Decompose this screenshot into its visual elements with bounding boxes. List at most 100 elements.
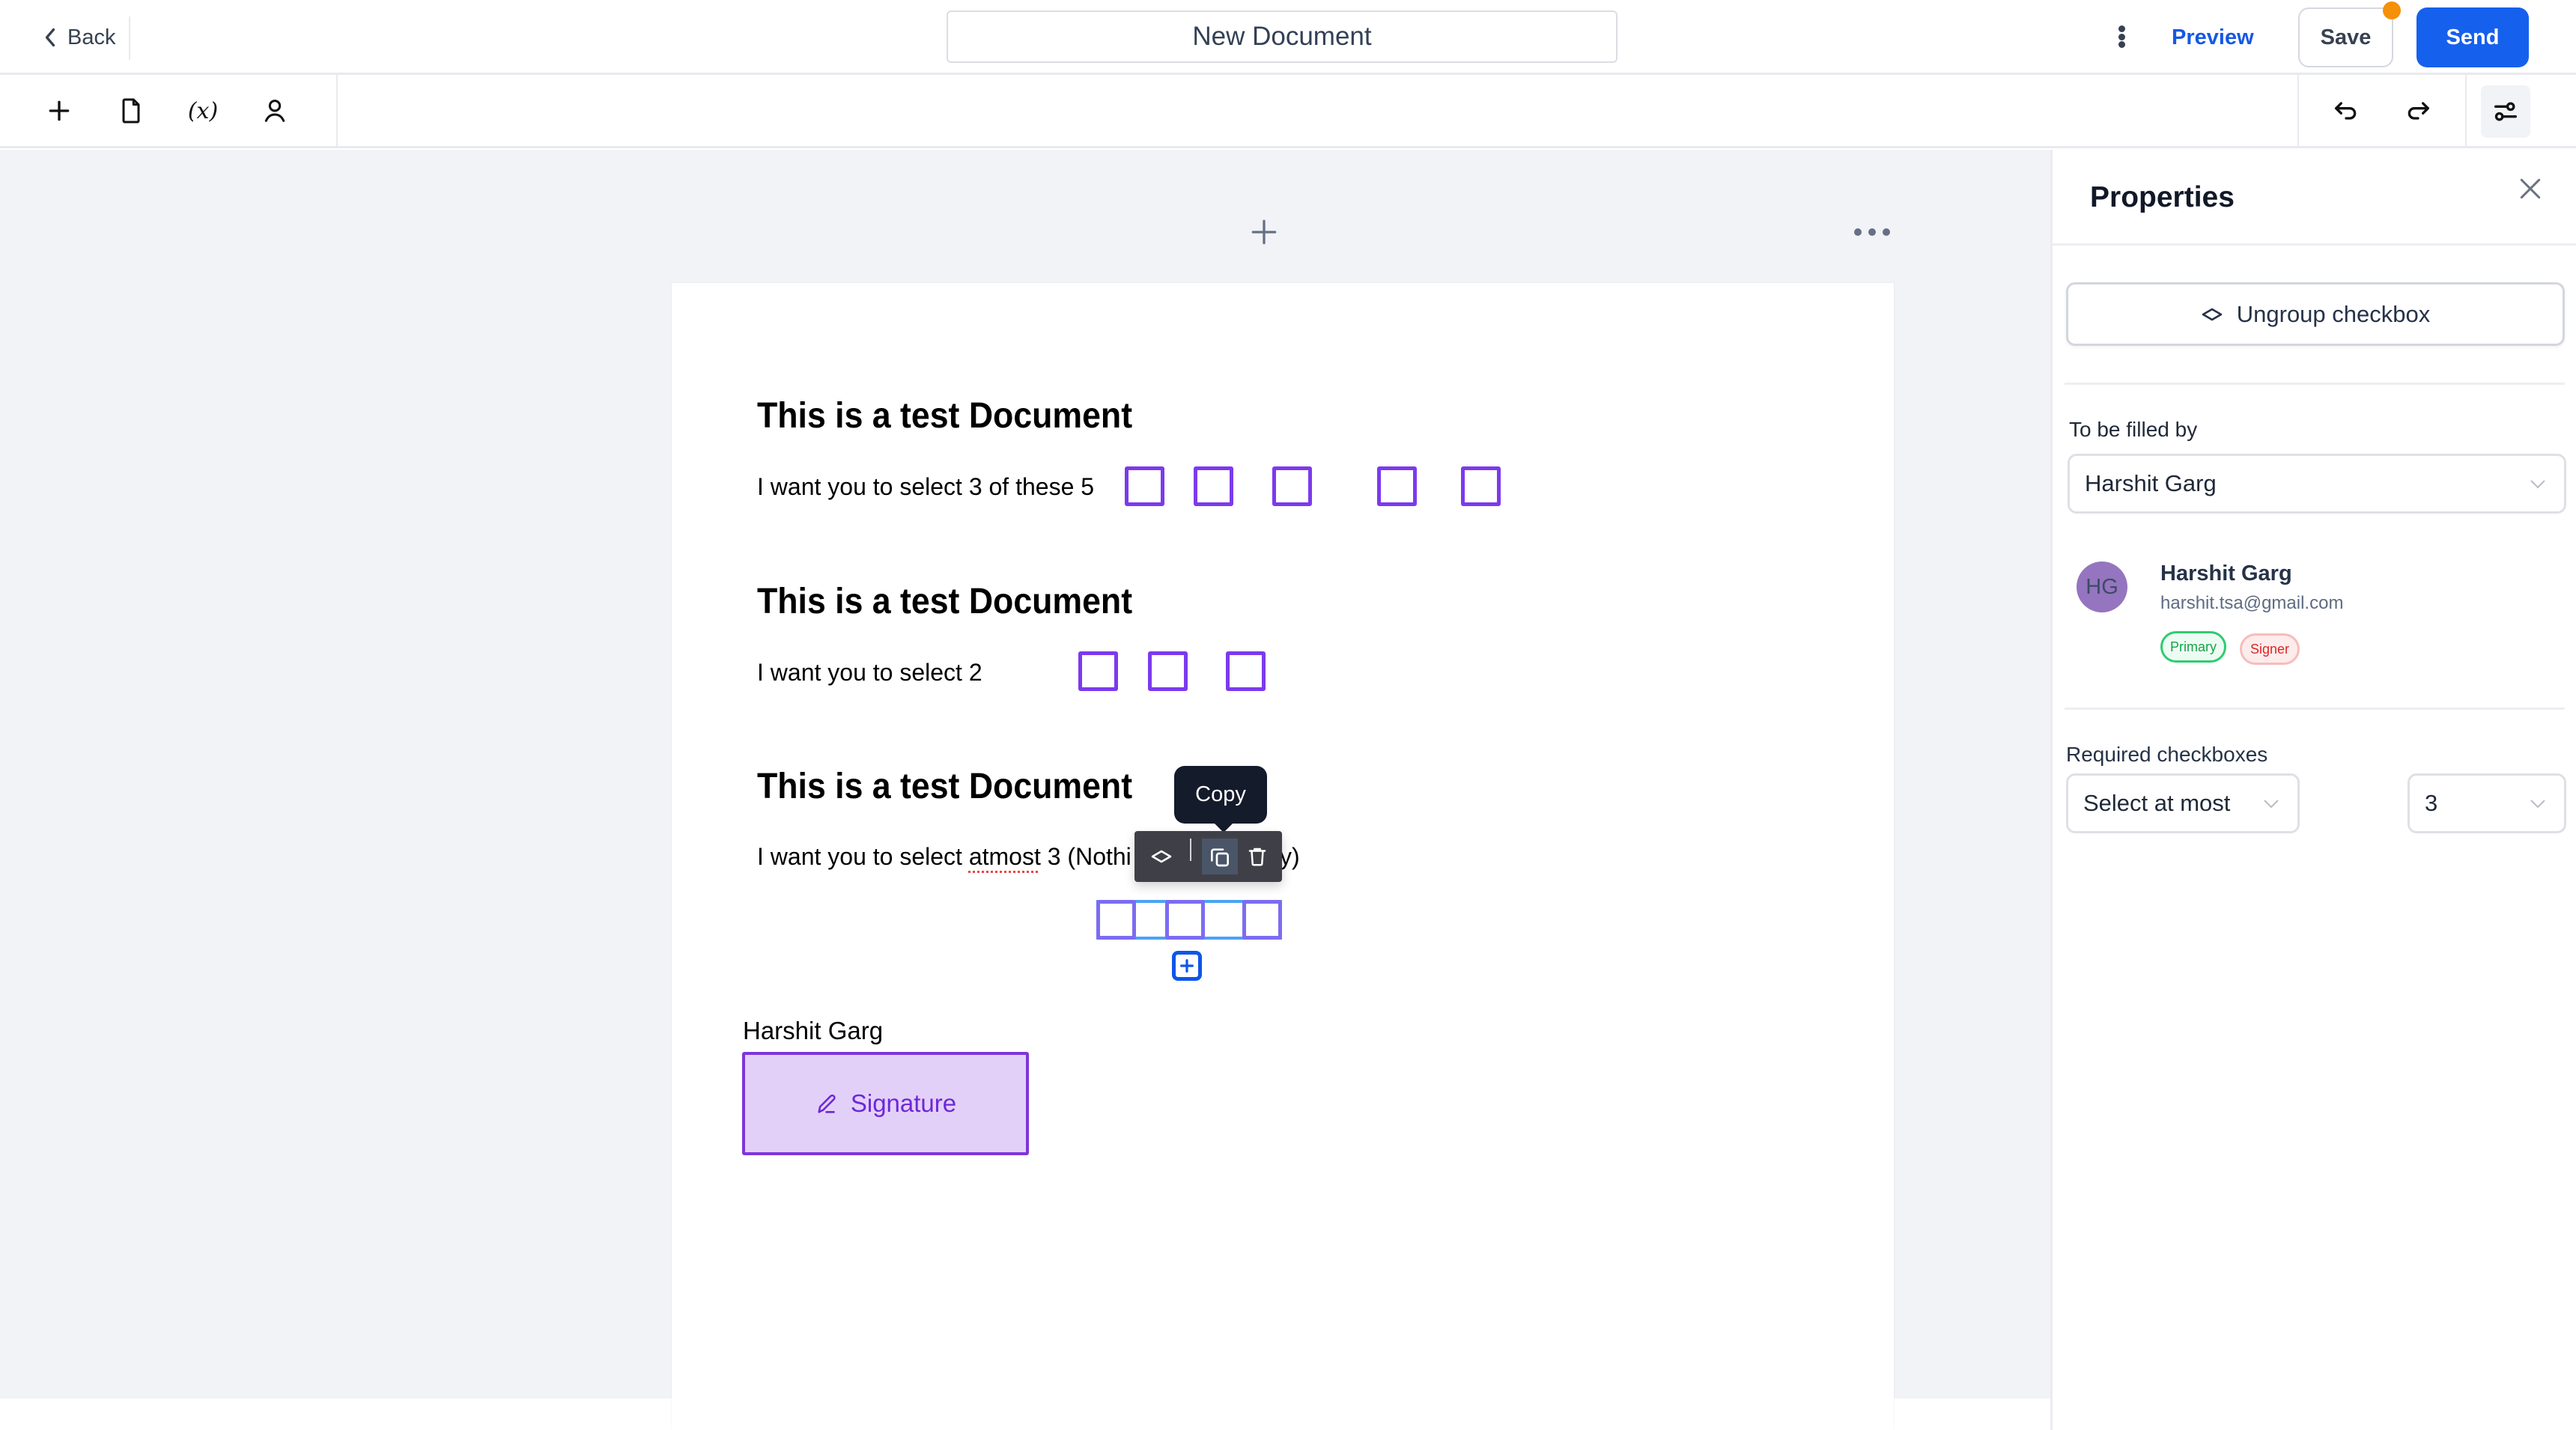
signature-field[interactable]: Signature (742, 1052, 1029, 1155)
properties-panel: Properties Ungroup checkbox To be filled… (2050, 150, 2576, 1430)
chevron-down-icon (2264, 800, 2279, 809)
kebab-dot (2118, 33, 2125, 40)
variable-tool-button[interactable]: (x) (180, 88, 225, 133)
recipient-name: Harshit Garg (2160, 562, 2292, 585)
back-label: Back (67, 25, 116, 49)
close-icon[interactable] (2515, 174, 2545, 204)
dot (1883, 228, 1890, 236)
required-count-value: 3 (2425, 790, 2438, 816)
back-button[interactable]: Back (42, 21, 115, 54)
ungroup-button[interactable] (1143, 839, 1179, 874)
required-count-select[interactable]: 3 (2408, 773, 2566, 833)
checkbox-field[interactable] (1226, 651, 1266, 691)
checkbox-field[interactable] (1272, 466, 1312, 506)
document-page: This is a test Document I want you to se… (672, 283, 1894, 1430)
panel-title: Properties (2090, 181, 2235, 213)
copy-icon (1211, 848, 1229, 867)
save-button[interactable]: Save (2298, 7, 2393, 67)
chevron-down-icon (2530, 800, 2545, 809)
divider (2053, 243, 2576, 246)
kebab-dot (2118, 25, 2125, 32)
divider (1190, 839, 1191, 861)
variable-icon: (x) (187, 97, 219, 124)
primary-badge: Primary (2160, 631, 2226, 663)
delete-button[interactable] (1239, 839, 1275, 874)
recipients-tool-button[interactable] (252, 88, 297, 133)
signature-label: Signature (850, 1089, 957, 1117)
redo-button[interactable] (2396, 88, 2440, 133)
undo-button[interactable] (2324, 88, 2369, 133)
chevron-left-icon (45, 28, 55, 47)
plus-icon (1180, 959, 1194, 973)
editor-toolbar: (x) (0, 75, 2576, 148)
avatar: HG (2077, 562, 2127, 612)
settings-sliders-icon (2494, 102, 2517, 121)
checkbox-field[interactable] (1377, 466, 1417, 506)
section-heading: This is a test Document (757, 582, 1133, 621)
ungroup-label: Ungroup checkbox (2236, 300, 2431, 327)
checkbox-field[interactable] (1194, 466, 1233, 506)
ungroup-checkbox-button[interactable]: Ungroup checkbox (2066, 282, 2565, 346)
divider (2465, 75, 2467, 148)
page-more-options-button[interactable] (1854, 223, 1890, 241)
plus-icon (49, 100, 70, 121)
checkbox-field[interactable] (1461, 466, 1501, 506)
document-title: New Document (1192, 22, 1372, 51)
divider (2297, 75, 2299, 148)
send-button[interactable]: Send (2416, 7, 2529, 67)
trash-icon (1248, 848, 1266, 866)
divider (129, 16, 130, 60)
copy-button[interactable] (1202, 839, 1238, 874)
add-checkbox-button[interactable] (1172, 951, 1202, 981)
document-tool-button[interactable] (109, 88, 154, 133)
preview-button[interactable]: Preview (2172, 18, 2254, 57)
dot (1854, 228, 1862, 236)
recipient-email: harshit.tsa@gmail.com (2160, 593, 2344, 613)
chevron-down-icon (2530, 480, 2545, 489)
unsaved-changes-indicator (2383, 1, 2401, 19)
filled-by-value: Harshit Garg (2085, 470, 2217, 496)
properties-toggle-button[interactable] (2481, 85, 2530, 138)
section-prompt: I want you to select 3 of these 5 (757, 473, 1095, 500)
redo-icon (2408, 102, 2429, 120)
ungroup-diamond-icon (2202, 308, 2223, 320)
copy-tooltip: Copy (1174, 766, 1267, 833)
filled-by-select[interactable]: Harshit Garg (2068, 454, 2566, 514)
checkbox-field[interactable] (1165, 900, 1205, 940)
checkbox-field[interactable] (1078, 651, 1118, 691)
required-rule-select[interactable]: Select at most (2066, 773, 2300, 833)
section-prompt: I want you to select 2 (757, 659, 982, 686)
undo-icon (2335, 102, 2357, 120)
prompt-tail: y) (1280, 843, 1300, 870)
section-prompt: I want you to select atmost 3 (Nothi (757, 843, 1131, 871)
divider (336, 75, 338, 148)
signature-signer-name: Harshit Garg (743, 1017, 884, 1044)
document-title-input[interactable]: New Document (947, 10, 1617, 63)
ungroup-diamond-icon (1151, 850, 1172, 863)
checkbox-field[interactable] (1242, 900, 1282, 940)
prompt-text: 3 (Nothi (1040, 843, 1131, 870)
document-icon (122, 98, 140, 124)
checkbox-field[interactable] (1148, 651, 1188, 691)
section-heading: This is a test Document (757, 396, 1133, 436)
user-icon (264, 100, 285, 122)
pen-icon (818, 1094, 836, 1113)
kebab-dot (2118, 41, 2125, 48)
divider (2065, 383, 2565, 385)
section-heading: This is a test Document (757, 767, 1133, 806)
signer-badge: Signer (2240, 633, 2300, 665)
add-page-icon[interactable] (1248, 216, 1281, 249)
top-bar: Back New Document Preview Save Send (0, 0, 2576, 75)
filled-by-label: To be filled by (2069, 418, 2198, 441)
field-action-toolbar (1134, 831, 1282, 882)
dot (1868, 228, 1876, 236)
add-tool-button[interactable] (37, 88, 82, 133)
required-rule-value: Select at most (2083, 790, 2231, 816)
required-checkboxes-label: Required checkboxes (2066, 743, 2268, 766)
more-options-button[interactable] (2112, 19, 2131, 54)
divider (2065, 708, 2565, 710)
checkbox-field[interactable] (1096, 900, 1136, 940)
misspelled-word: atmost (968, 843, 1041, 870)
checkbox-field[interactable] (1125, 466, 1164, 506)
prompt-text: I want you to select (757, 843, 969, 870)
